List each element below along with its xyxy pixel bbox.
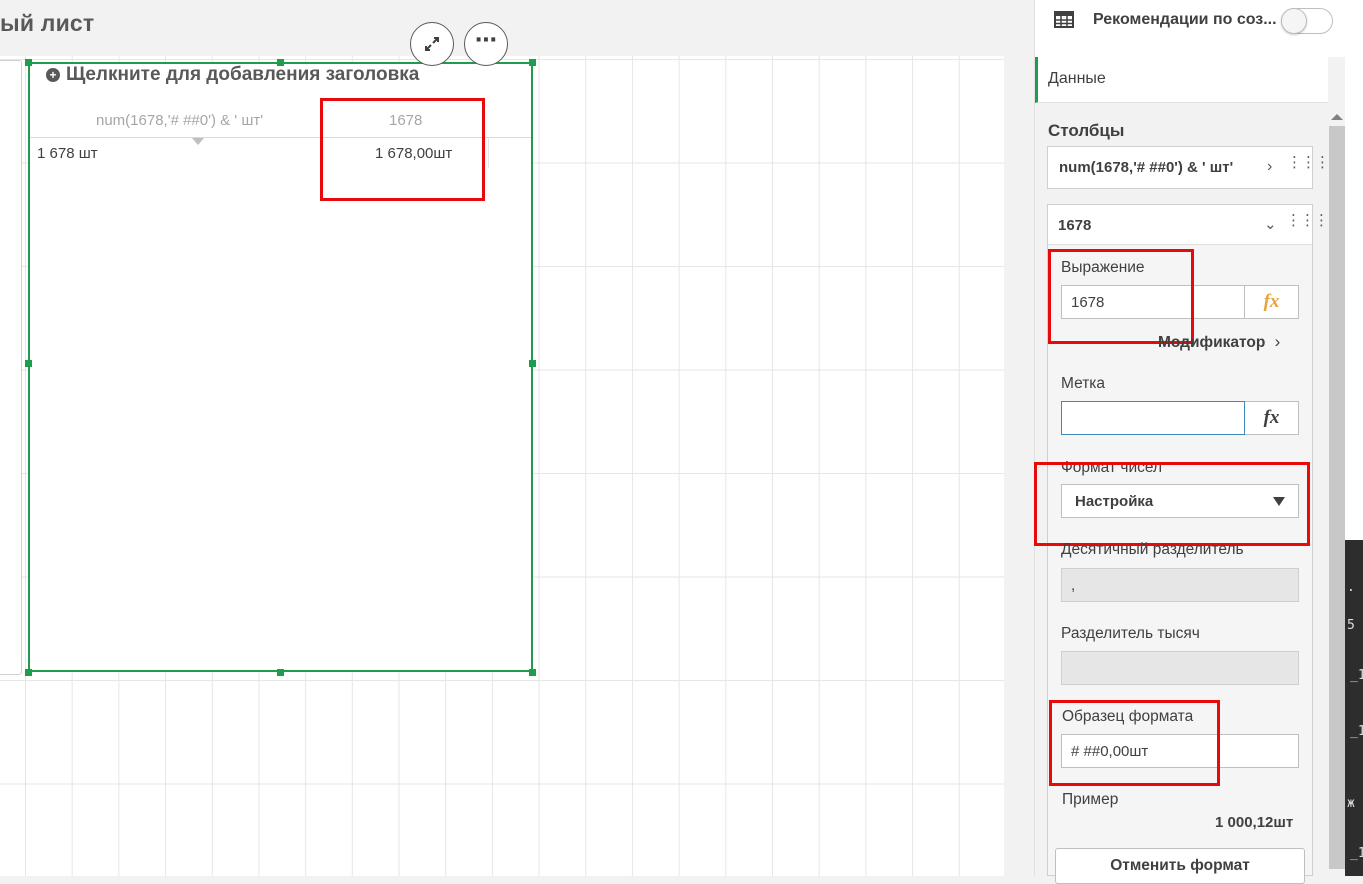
sheet-header <box>0 0 1034 56</box>
tab-data[interactable]: Данные <box>1035 57 1328 103</box>
sheet-title: ый лист <box>0 10 95 36</box>
resize-handle[interactable] <box>529 360 536 367</box>
example-value: 1 000,12шт <box>1215 814 1294 831</box>
drag-handle-icon[interactable]: ⋮⋮⋮ <box>1286 213 1329 228</box>
ellipsis-icon: ⋯ <box>475 27 497 52</box>
scroll-up-icon[interactable] <box>1331 114 1343 120</box>
recommendations-toggle[interactable] <box>1281 8 1333 34</box>
resize-handle[interactable] <box>529 59 536 66</box>
table-icon <box>1054 11 1074 28</box>
columns-heading: Столбцы <box>1048 121 1125 140</box>
example-label: Пример <box>1062 791 1119 808</box>
decimal-separator-input[interactable]: , <box>1061 568 1299 602</box>
recommendations-label: Рекомендации по соз... <box>1093 11 1277 28</box>
table-cell[interactable]: 1 678 шт <box>37 145 98 162</box>
background-text: _1 <box>1350 846 1363 861</box>
background-window <box>1345 0 1363 540</box>
background-text: . <box>1347 580 1355 595</box>
decimal-separator-value: , <box>1071 576 1076 594</box>
background-text: ж <box>1347 796 1355 811</box>
plus-circle-icon: + <box>46 68 60 82</box>
highlight-box <box>1049 700 1220 786</box>
column-item[interactable]: num(1678,'# ##0') & ' шт' › ⋮⋮⋮ <box>1047 146 1330 189</box>
resize-handle[interactable] <box>277 669 284 676</box>
fx-icon: fx <box>1263 291 1280 312</box>
chevron-right-icon: › <box>1274 332 1281 351</box>
thousands-separator-label: Разделитель тысяч <box>1061 625 1200 642</box>
drag-handle-icon[interactable]: ⋮⋮⋮ <box>1287 155 1330 170</box>
toggle-knob <box>1281 8 1307 34</box>
background-text: _1 <box>1350 668 1363 683</box>
resize-handle[interactable] <box>529 669 536 676</box>
column-item-label: num(1678,'# ##0') & ' шт' <box>1059 159 1234 176</box>
tag-input[interactable] <box>1061 401 1245 435</box>
fx-button[interactable]: fx <box>1245 401 1299 435</box>
column-divider <box>488 138 489 168</box>
more-options-button[interactable]: ⋯ <box>464 22 508 66</box>
resize-handle[interactable] <box>25 360 32 367</box>
chevron-down-icon[interactable]: ⌄ <box>1264 215 1277 233</box>
canvas-margin <box>1004 56 1034 876</box>
highlight-box <box>320 98 485 201</box>
column-item-label: 1678 <box>1058 217 1092 234</box>
reset-format-label: Отменить формат <box>1110 857 1250 874</box>
neighbor-object[interactable] <box>0 60 22 675</box>
reset-format-button[interactable]: Отменить формат <box>1055 848 1305 884</box>
column-item-header[interactable]: 1678 ⌄ ⋮⋮⋮ <box>1048 205 1329 245</box>
background-text: _1 <box>1350 724 1363 739</box>
column-header-1[interactable]: num(1678,'# ##0') & ' шт' <box>96 112 263 129</box>
thousands-separator-input[interactable] <box>1061 651 1299 685</box>
chevron-right-icon[interactable]: › <box>1267 158 1272 176</box>
tab-data-label: Данные <box>1048 70 1106 87</box>
modifier-label: Модификатор <box>1158 334 1266 351</box>
highlight-box <box>1034 462 1310 546</box>
tag-label: Метка <box>1061 375 1106 392</box>
fx-icon: fx <box>1263 407 1280 428</box>
object-title[interactable]: + Щелкните для добавления заголовка <box>46 64 419 86</box>
decimal-separator-label: Десятичный разделитель <box>1061 541 1244 558</box>
expand-button[interactable] <box>410 22 454 66</box>
highlight-box <box>1048 249 1194 344</box>
fx-button[interactable]: fx <box>1245 285 1299 319</box>
background-text: 5 <box>1347 618 1355 633</box>
resize-handle[interactable] <box>25 669 32 676</box>
object-title-placeholder: Щелкните для добавления заголовка <box>66 64 420 85</box>
sort-caret-icon[interactable] <box>192 138 204 145</box>
modifier-link[interactable]: Модификатор › <box>1158 332 1280 352</box>
scrollbar-thumb[interactable] <box>1329 126 1345 869</box>
expand-icon <box>425 37 439 51</box>
resize-handle[interactable] <box>25 59 32 66</box>
